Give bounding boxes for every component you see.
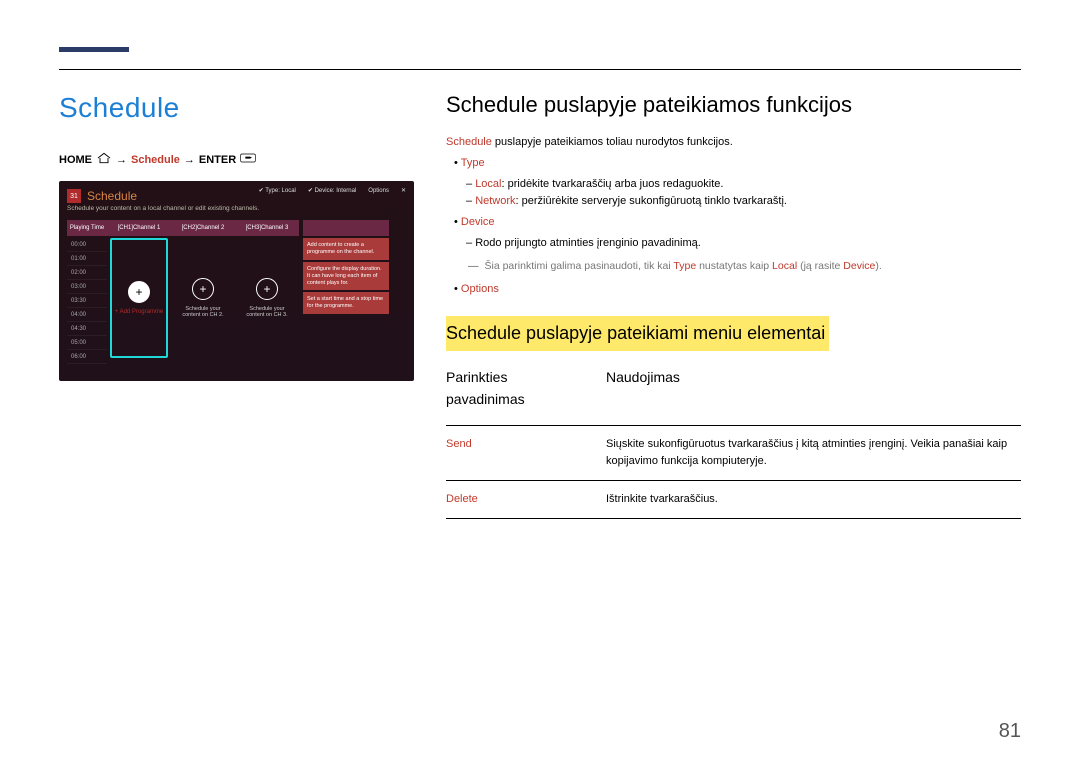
- info-block-2: Configure the display duration. It can h…: [303, 262, 389, 291]
- table-row: Send Siųskite sukonfigūruotus tvarkarašč…: [446, 425, 1021, 480]
- add-programme-label: + Add Programme: [115, 309, 164, 315]
- time-row: 00:00: [67, 238, 107, 252]
- tv-subtitle: Schedule your content on a local channel…: [67, 205, 406, 212]
- arrow-icon: →: [116, 154, 127, 166]
- arrow-icon: →: [184, 154, 195, 166]
- kw-type: Type: [461, 157, 485, 169]
- col-header-ch3: [CH3]Channel 3: [235, 220, 299, 236]
- schedule-label-ch2: Schedule your content on CH 2.: [176, 306, 230, 318]
- info-block-3: Set a start time and a stop time for the…: [303, 292, 389, 314]
- kw-local: Local: [475, 178, 501, 190]
- channel-card-3: + Schedule your content on CH 3.: [238, 238, 296, 358]
- col-header-ch2: [CH2]Channel 2: [171, 220, 235, 236]
- time-row: 05:00: [67, 336, 107, 350]
- time-row: 04:30: [67, 322, 107, 336]
- section-heading: Schedule puslapyje pateikiamos funkcijos: [446, 92, 1021, 118]
- options-table: Parinktiespavadinimas Naudojimas Send Si…: [446, 365, 1021, 519]
- channel-card-2: + Schedule your content on CH 2.: [174, 238, 232, 358]
- breadcrumb-enter: ENTER: [199, 154, 236, 166]
- time-row: 06:00: [67, 350, 107, 364]
- page-title: Schedule: [59, 92, 414, 124]
- col-header-info: [303, 220, 389, 236]
- time-row: 02:00: [67, 266, 107, 280]
- breadcrumb: HOME → Schedule → ENTER: [59, 152, 414, 167]
- plus-icon: +: [192, 278, 214, 300]
- plus-icon: +: [128, 281, 150, 303]
- note-text: Šia parinktimi galima pasinaudoti, tik k…: [468, 258, 1021, 274]
- header-divider: [59, 69, 1021, 70]
- body-text: Schedule puslapyje pateikiamos toliau nu…: [446, 134, 1021, 519]
- enter-icon: [240, 152, 256, 167]
- breadcrumb-schedule: Schedule: [131, 154, 180, 166]
- home-icon: [96, 152, 112, 167]
- tv-device-label: ✔ Device: Internal: [308, 187, 356, 194]
- tv-options-label: Options: [368, 188, 389, 194]
- header-accent-bar: [59, 47, 129, 52]
- option-name: Send: [446, 425, 606, 480]
- info-block-1: Add content to create a programme on the…: [303, 238, 389, 260]
- table-row: Delete Ištrinkite tvarkaraščius.: [446, 480, 1021, 518]
- kw-network: Network: [475, 195, 515, 207]
- calendar-icon: 31: [67, 189, 81, 203]
- option-desc: Siųskite sukonfigūruotus tvarkaraščius į…: [606, 425, 1021, 480]
- channel-card-1: + + Add Programme: [110, 238, 168, 358]
- option-name: Delete: [446, 480, 606, 518]
- time-row: 04:00: [67, 308, 107, 322]
- table-header-name: Parinktiespavadinimas: [446, 365, 606, 425]
- time-row: 01:00: [67, 252, 107, 266]
- kw-options: Options: [461, 283, 499, 295]
- table-header-usage: Naudojimas: [606, 365, 1021, 425]
- kw-device: Device: [461, 216, 495, 228]
- page-number: 81: [999, 720, 1021, 743]
- tv-screenshot: 31 Schedule ✔ Type: Local ✔ Device: Inte…: [59, 181, 414, 381]
- option-desc: Ištrinkite tvarkaraščius.: [606, 480, 1021, 518]
- time-row: 03:30: [67, 294, 107, 308]
- schedule-label-ch3: Schedule your content on CH 3.: [240, 306, 294, 318]
- tv-type-label: ✔ Type: Local: [259, 187, 296, 194]
- col-header-time: Playing Time: [67, 220, 107, 236]
- kw-schedule: Schedule: [446, 136, 492, 148]
- plus-icon: +: [256, 278, 278, 300]
- tv-title: Schedule: [87, 189, 137, 203]
- time-row: 03:00: [67, 280, 107, 294]
- close-icon: ✕: [401, 187, 406, 194]
- col-header-ch1: [CH1]Channel 1: [107, 220, 171, 236]
- breadcrumb-home: HOME: [59, 154, 92, 166]
- subsection-heading: Schedule puslapyje pateikiami meniu elem…: [446, 316, 829, 352]
